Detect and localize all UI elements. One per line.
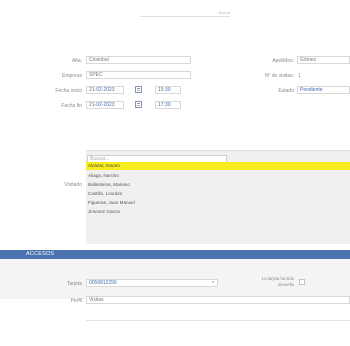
visitado-item[interactable]: Figueras, Juan Manuel (86, 199, 350, 207)
empresa-label: Empresa (61, 73, 82, 79)
tarjeta-label: Tarjeta (66, 281, 82, 287)
calendar-icon[interactable] (135, 101, 142, 108)
visitado-item[interactable]: Ballesteros, Mariano (86, 181, 350, 189)
estado-label: Estado (278, 88, 294, 94)
num-visitas-label: Nº de visitas: (264, 73, 294, 79)
visitado-item[interactable]: Castillo, Lourdes (86, 190, 350, 198)
accesos-section-header: ACCESOS (0, 250, 350, 259)
fecha-fin-field[interactable]: 21-02-2023 (86, 101, 124, 109)
hora-fin-field[interactable]: 17:30 (155, 101, 181, 109)
top-header: Nueva (140, 10, 230, 17)
tarjeta-devuelta-checkbox[interactable] (299, 279, 305, 285)
tarjeta-select[interactable]: 0056812256 (86, 279, 218, 287)
fecha-inicio-label: Fecha inicio (55, 88, 82, 94)
visitado-item[interactable]: Aliaga, Narciso (86, 172, 350, 180)
hora-inicio-field[interactable]: 15:30 (155, 86, 181, 94)
fecha-inicio-field[interactable]: 21-02-2023 (86, 86, 124, 94)
visitado-item[interactable]: Jimenez Garcia (86, 208, 350, 216)
empresa-field[interactable]: SPEC (86, 71, 191, 79)
nombre-label: Alta: (71, 58, 82, 64)
tarjeta-devuelta-label: La tarjeta ha sido devuelta (261, 276, 294, 287)
visitado-item-selected[interactable]: Alcázar, Aracen (86, 162, 350, 170)
num-visitas-value: 1 (298, 73, 301, 79)
chevron-down-icon[interactable] (212, 281, 214, 283)
visit-form-page: Nueva Alta: Cristobal Apellidos: Gómez E… (0, 0, 350, 346)
estado-field[interactable]: Pendiente (297, 86, 350, 94)
accesos-title: ACCESOS (26, 251, 55, 257)
fecha-fin-label: Fecha fin (61, 103, 82, 109)
nombre-field[interactable]: Cristobal (86, 56, 191, 64)
apellidos-label: Apellidos: (272, 58, 294, 64)
calendar-icon[interactable] (135, 86, 142, 93)
perfil-label: Perfil (70, 298, 82, 304)
divider (86, 320, 350, 321)
perfil-field[interactable]: Visitas (86, 296, 350, 304)
apellidos-field[interactable]: Gómez (297, 56, 350, 64)
visitado-label: Visitado (64, 182, 82, 188)
header-title: Nueva (218, 10, 230, 15)
